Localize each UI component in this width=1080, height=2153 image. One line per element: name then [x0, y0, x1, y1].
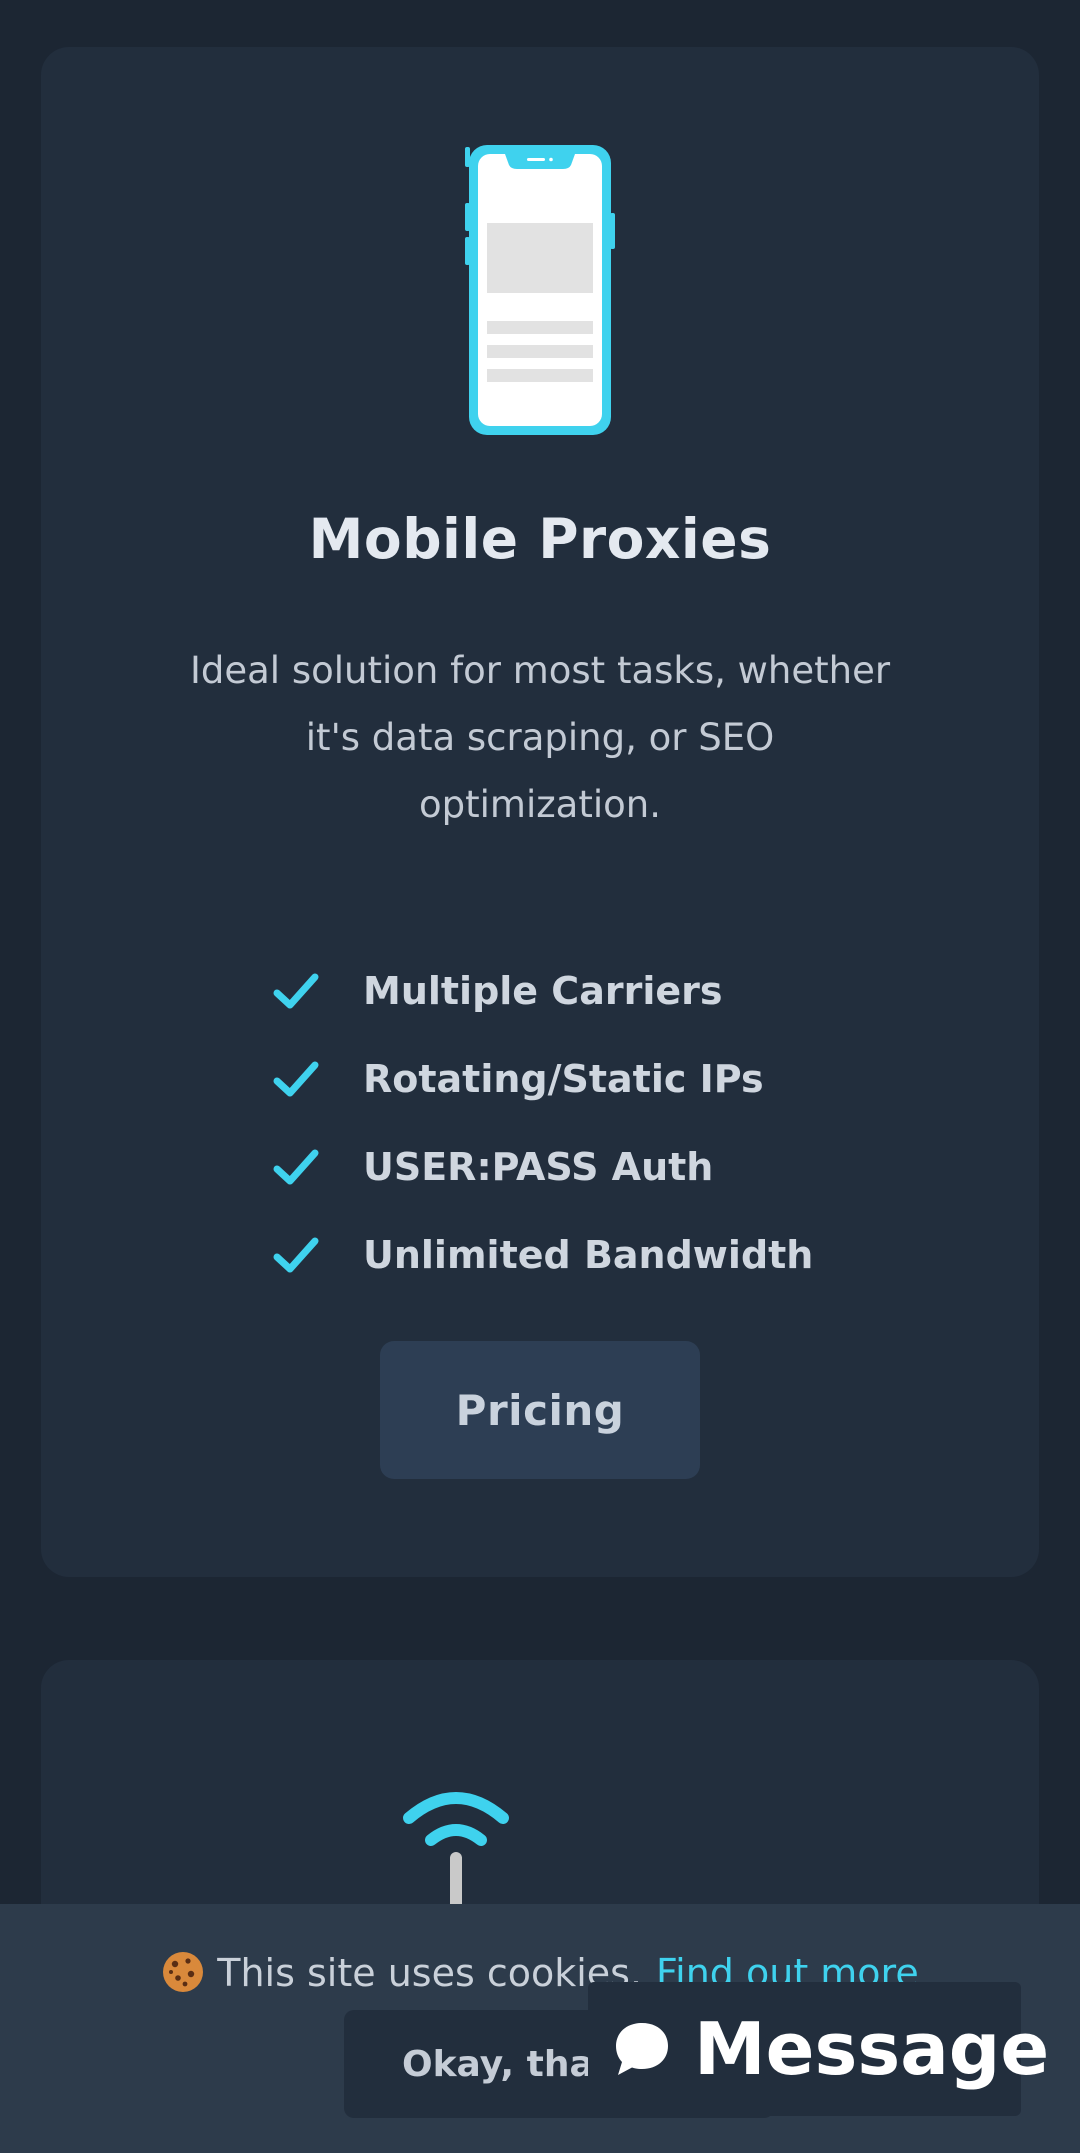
feature-label: Multiple Carriers: [363, 969, 723, 1013]
check-icon: [273, 1061, 319, 1097]
chat-bubble-icon: [616, 2023, 668, 2075]
pricing-button[interactable]: Pricing: [380, 1341, 700, 1479]
feature-item: Rotating/Static IPs: [273, 1035, 893, 1123]
card-description: Ideal solution for most tasks, whether i…: [189, 649, 891, 826]
feature-item: USER:PASS Auth: [273, 1123, 893, 1211]
feature-item: Unlimited Bandwidth: [273, 1211, 893, 1299]
wifi-icon: [401, 1780, 511, 1912]
check-icon: [273, 1237, 319, 1273]
cookie-message: This site uses cookies.: [217, 1951, 643, 1995]
message-chat-button[interactable]: Message: [588, 1982, 1049, 2116]
feature-label: Rotating/Static IPs: [363, 1057, 764, 1101]
check-icon: [273, 973, 319, 1009]
feature-list: Multiple Carriers Rotating/Static IPs US…: [273, 947, 893, 1299]
smartphone-icon: [465, 145, 615, 437]
page: Mobile Proxies Ideal solution for most t…: [0, 0, 1080, 2153]
feature-item: Multiple Carriers: [273, 947, 893, 1035]
cookie-icon: [163, 1952, 204, 1992]
feature-label: USER:PASS Auth: [363, 1145, 714, 1189]
feature-label: Unlimited Bandwidth: [363, 1233, 814, 1277]
check-icon: [273, 1149, 319, 1185]
message-label: Message: [694, 2007, 1050, 2091]
card-title: Mobile Proxies: [308, 507, 772, 571]
mobile-proxies-card: Mobile Proxies Ideal solution for most t…: [41, 47, 1039, 1577]
